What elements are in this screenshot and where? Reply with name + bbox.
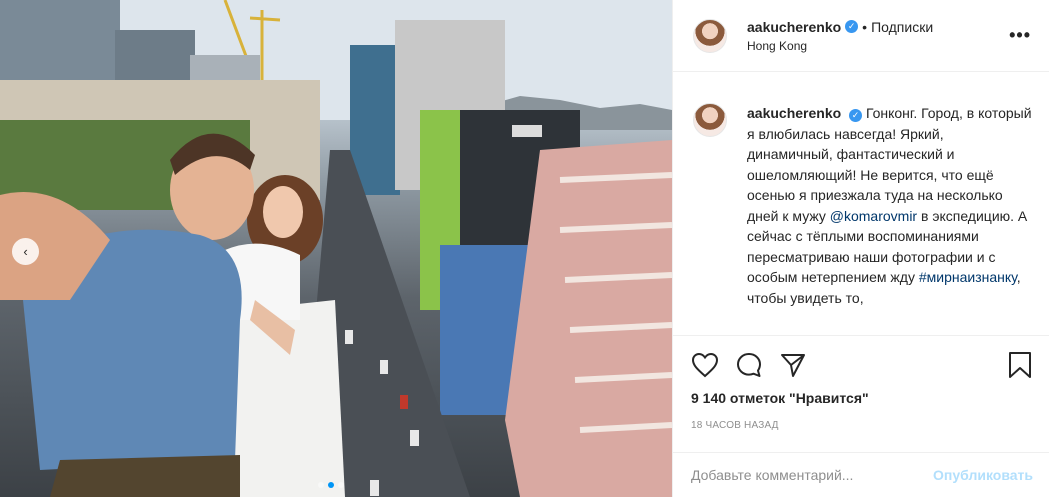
verified-badge-icon: ✓ [849,109,863,122]
caption-username-link[interactable]: aakucherenko [747,105,841,121]
post-header: aakucherenko ✓ • Подписки Hong Kong ••• [673,0,1049,72]
photo-scene [0,0,672,497]
publish-button[interactable]: Опубликовать [933,467,1033,483]
heart-icon[interactable] [691,352,719,378]
likes-count[interactable]: 9 140 отметок "Нравится" [691,390,1033,406]
chevron-left-icon: ‹ [23,244,28,259]
carousel-dot [338,482,344,488]
follow-status-button[interactable]: Подписки [871,19,933,35]
verified-badge-icon: ✓ [845,20,859,33]
caption-avatar[interactable] [693,103,727,137]
more-options-icon[interactable]: ••• [1009,25,1031,46]
carousel-dot-active [328,482,334,488]
caption-body: aakucherenko ✓ Гонконг. Город, в который… [747,103,1033,335]
comment-form: Опубликовать [673,452,1049,497]
post-panel: aakucherenko ✓ • Подписки Hong Kong ••• … [672,0,1049,497]
header-text: aakucherenko ✓ • Подписки Hong Kong [747,19,1009,53]
carousel-prev-button[interactable]: ‹ [12,238,39,265]
name-row: aakucherenko ✓ • Подписки [747,19,1009,35]
carousel-dots [318,482,344,488]
mention-link[interactable]: @komarovmir [830,208,917,224]
actions-section: 9 140 отметок "Нравится" 18 часов назад [673,335,1049,431]
carousel-dot [318,482,324,488]
bookmark-icon[interactable] [1007,351,1033,379]
hashtag-link[interactable]: #мирнаизнанку [919,269,1017,285]
post-timestamp[interactable]: 18 часов назад [691,420,1033,431]
avatar[interactable] [693,18,727,53]
action-bar [691,350,1033,380]
separator: • [862,18,868,35]
share-icon[interactable] [779,351,807,379]
username-link[interactable]: aakucherenko [747,19,841,35]
comment-input[interactable] [691,467,934,483]
caption: aakucherenko ✓ Гонконг. Город, в который… [673,73,1049,335]
caption-text: Гонконг. Город, в который я влюбилась на… [747,105,1032,224]
location-link[interactable]: Hong Kong [747,39,1009,53]
post-photo[interactable]: ‹ [0,0,672,497]
comment-icon[interactable] [735,351,763,379]
